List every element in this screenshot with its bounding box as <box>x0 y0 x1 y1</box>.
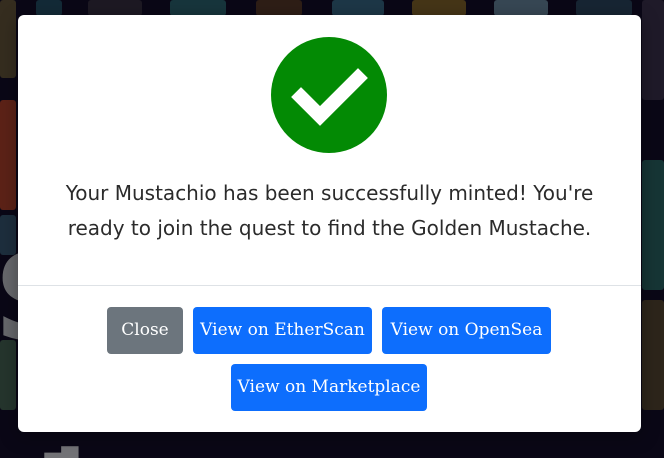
checkmark-circle-icon <box>271 37 387 153</box>
close-button[interactable]: Close <box>107 307 183 354</box>
checkmark-icon <box>291 68 368 126</box>
modal-body: Your Mustachio has been successfully min… <box>18 15 641 285</box>
success-message: Your Mustachio has been successfully min… <box>65 181 594 240</box>
mint-success-modal: Your Mustachio has been successfully min… <box>18 15 641 432</box>
view-on-etherscan-button[interactable]: View on EtherScan <box>193 307 372 354</box>
view-on-opensea-button[interactable]: View on OpenSea <box>382 307 551 354</box>
view-on-marketplace-button[interactable]: View on Marketplace <box>231 364 427 411</box>
modal-footer-divider <box>18 285 641 286</box>
